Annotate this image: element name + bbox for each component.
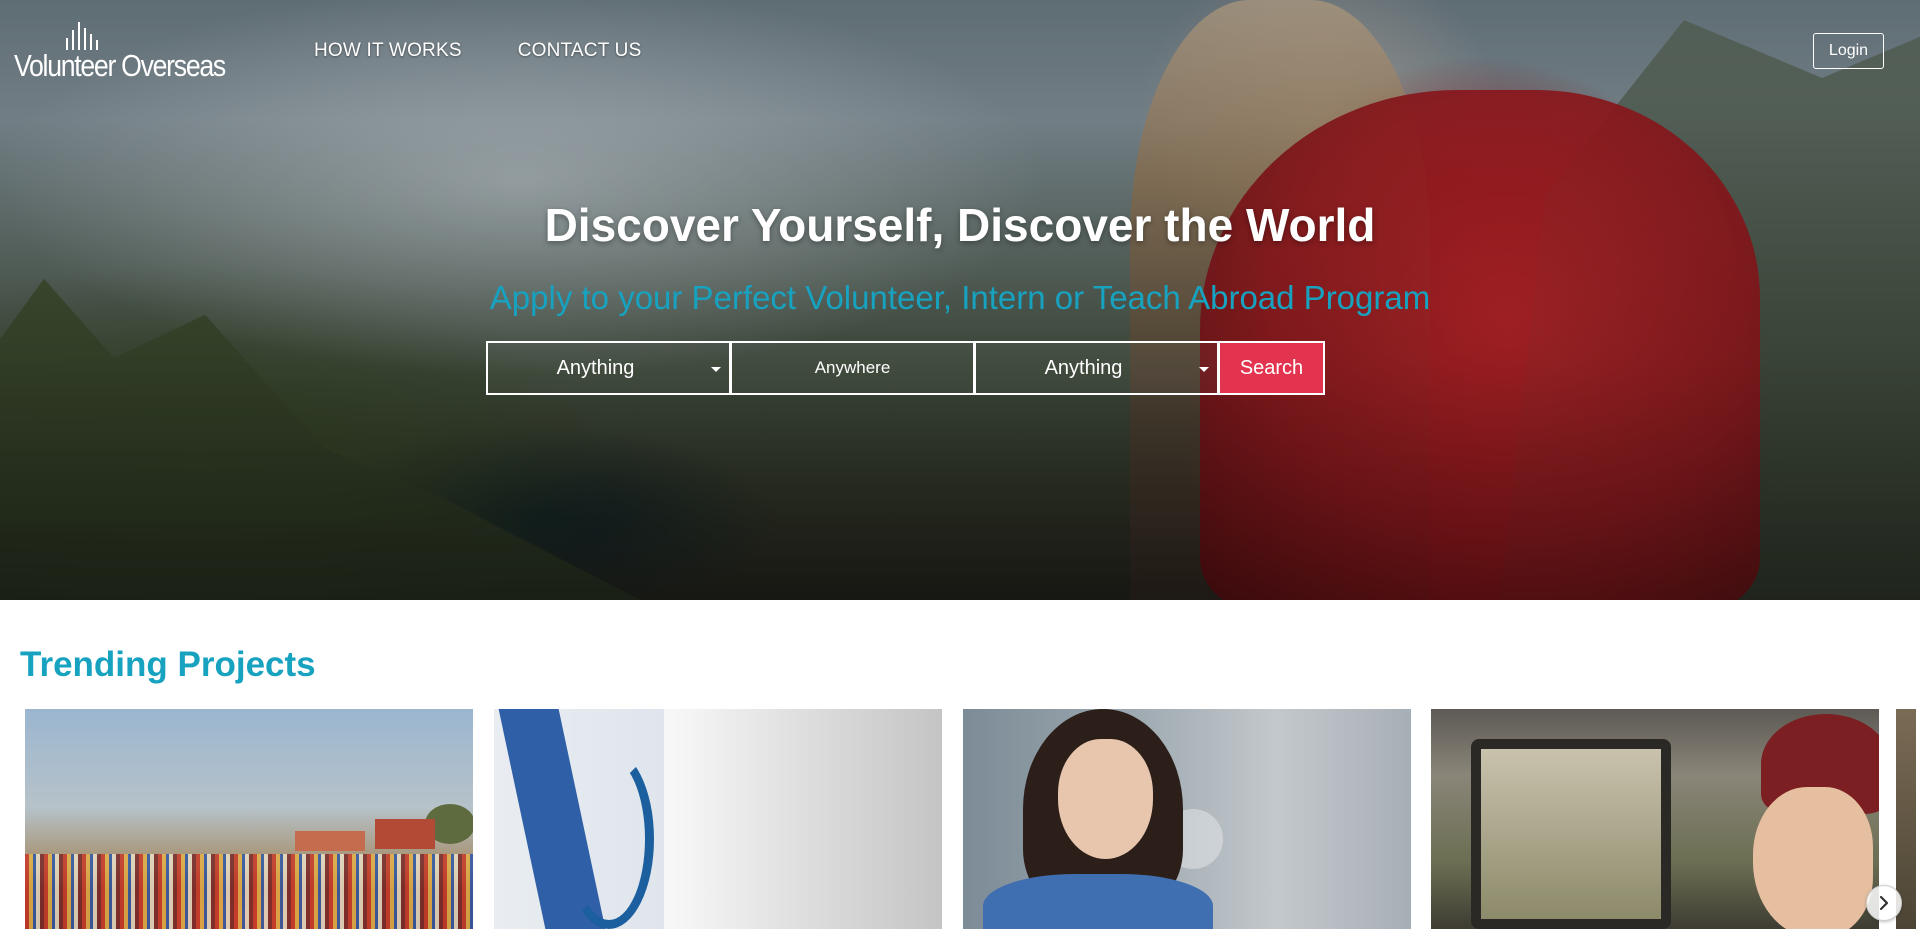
- project-card[interactable]: [963, 709, 1411, 929]
- trending-projects-carousel: [25, 709, 1920, 929]
- program-type-select[interactable]: Anything: [486, 341, 731, 395]
- login-button[interactable]: Login: [1813, 33, 1884, 69]
- hero-subhead: Apply to your Perfect Volunteer, Intern …: [489, 279, 1431, 316]
- project-card[interactable]: [25, 709, 473, 929]
- destination-value: Anywhere: [814, 358, 891, 377]
- project-card[interactable]: [494, 709, 942, 929]
- hero-headline: Discover Yourself, Discover the World: [544, 199, 1376, 251]
- project-card[interactable]: [1431, 709, 1879, 929]
- site-logo[interactable]: Volunteer Overseas: [14, 18, 226, 84]
- program-type-value: Anything: [556, 356, 635, 379]
- program-search-bar: Anything Anywhere Anything Search: [486, 341, 1325, 395]
- nav-contact-us[interactable]: CONTACT US: [518, 40, 642, 62]
- destination-input[interactable]: Anywhere: [730, 341, 975, 395]
- caret-down-icon: [1199, 367, 1209, 372]
- duration-select[interactable]: Anything: [974, 341, 1219, 395]
- nav-how-it-works[interactable]: HOW IT WORKS: [314, 40, 462, 62]
- trending-projects-title: Trending Projects: [20, 645, 316, 684]
- main-nav: HOW IT WORKS CONTACT US: [314, 40, 641, 62]
- chevron-right-icon: [1879, 895, 1889, 911]
- caret-down-icon: [711, 367, 721, 372]
- duration-value: Anything: [1044, 356, 1123, 379]
- logo-bars-icon: [66, 20, 126, 50]
- carousel-next-button[interactable]: [1866, 885, 1902, 921]
- search-button[interactable]: Search: [1218, 341, 1325, 395]
- logo-text: Volunteer Overseas: [14, 48, 226, 83]
